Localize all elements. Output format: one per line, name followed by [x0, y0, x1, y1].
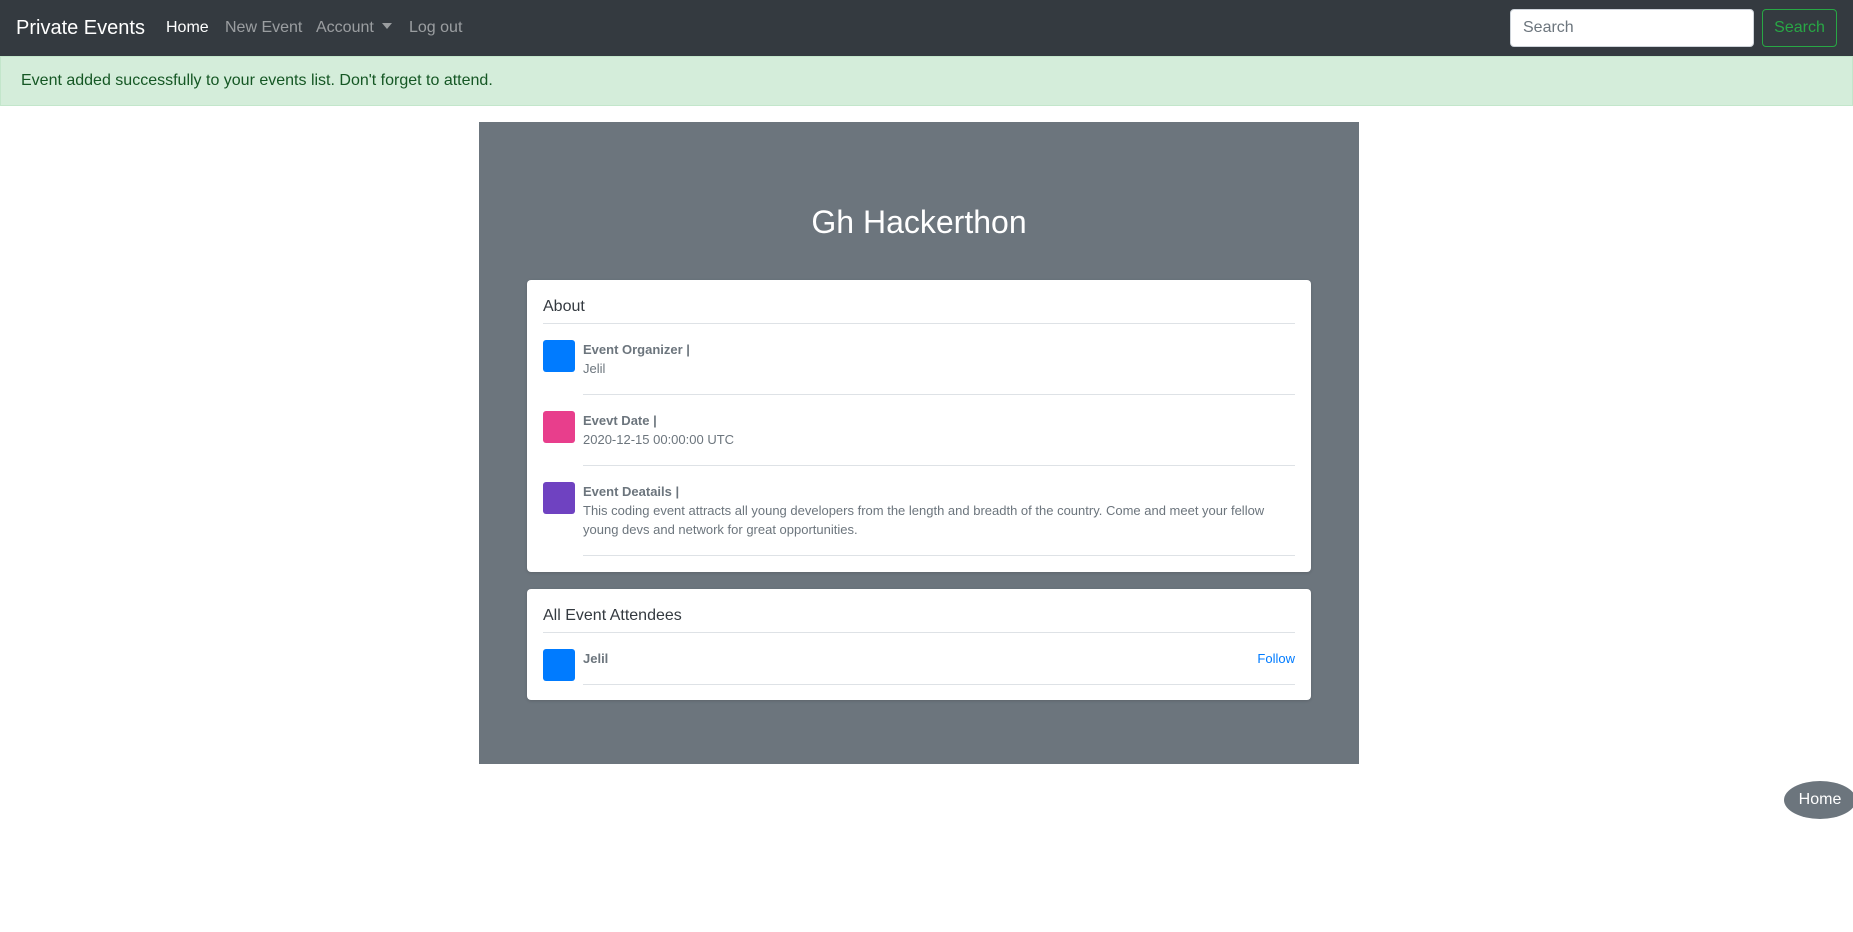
alert-message: Event added successfully to your events … — [21, 72, 493, 89]
details-value: This coding event attracts all young dev… — [583, 503, 1265, 537]
about-card: About Event Organizer | Jelil Evevt Date… — [527, 280, 1311, 572]
brand-link[interactable]: Private Events — [16, 14, 145, 42]
follow-link[interactable]: Follow — [1257, 649, 1295, 668]
nav-new-event[interactable]: New Event — [225, 17, 302, 39]
about-heading: About — [543, 298, 585, 315]
search-input[interactable] — [1510, 9, 1754, 47]
event-title: Gh Hackerthon — [811, 204, 1027, 240]
divider — [583, 684, 1295, 685]
nav-home[interactable]: Home — [166, 17, 209, 39]
date-label: Evevt Date | — [583, 413, 657, 428]
date-value: 2020-12-15 00:00:00 UTC — [583, 432, 735, 447]
attendees-heading: All Event Attendees — [543, 607, 682, 624]
organizer-label: Event Organizer | — [583, 342, 690, 357]
attendee-avatar — [543, 649, 575, 681]
nav-logout[interactable]: Log out — [409, 17, 462, 39]
divider — [543, 632, 1295, 633]
top-navbar: Private Events Home New Event Account Lo… — [0, 0, 1853, 56]
nav-account-label: Account — [316, 19, 374, 36]
date-avatar — [543, 411, 575, 443]
attendee-name: Jelil — [583, 651, 609, 666]
divider — [543, 323, 1295, 324]
organizer-avatar — [543, 340, 575, 372]
organizer-value: Jelil — [583, 361, 606, 376]
success-alert: Event added successfully to your events … — [0, 56, 1853, 106]
attendees-card: All Event Attendees Jelil Follow — [527, 589, 1311, 700]
divider — [583, 555, 1295, 556]
details-avatar — [543, 482, 575, 514]
details-label: Event Deatails | — [583, 484, 680, 499]
divider — [583, 394, 1295, 395]
floating-home-button[interactable]: Home — [1784, 781, 1853, 819]
divider — [583, 465, 1295, 466]
nav-account-dropdown[interactable]: Account — [316, 17, 392, 39]
chevron-down-icon — [381, 23, 392, 29]
search-button[interactable]: Search — [1762, 9, 1837, 47]
